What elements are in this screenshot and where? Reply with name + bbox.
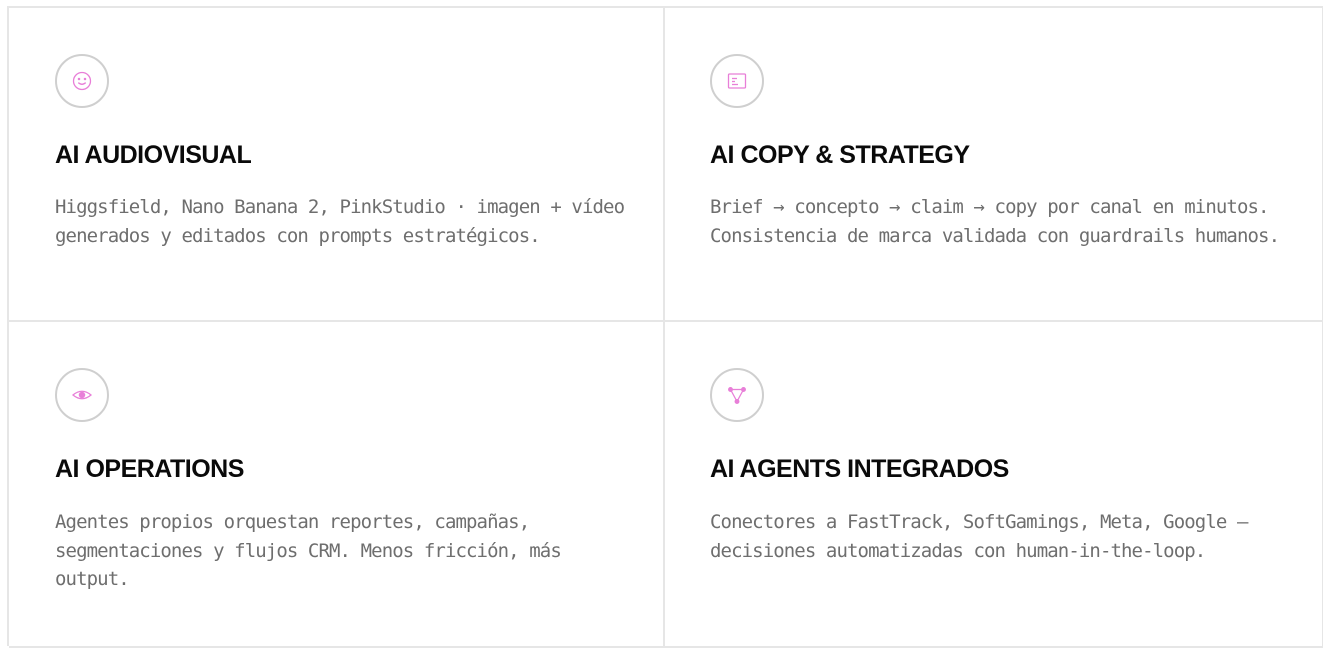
network-icon xyxy=(710,368,764,422)
service-card-copy-strategy: AI COPY & STRATEGY Brief → concepto → cl… xyxy=(665,8,1323,322)
eye-icon xyxy=(55,368,109,422)
card-description: Agentes propios orquestan reportes, camp… xyxy=(55,511,562,590)
service-card-agents: AI AGENTS INTEGRADOS Conectores a FastTr… xyxy=(665,322,1323,648)
document-icon xyxy=(710,54,764,108)
card-description: Conectores a FastTrack, SoftGamings, Met… xyxy=(710,511,1248,562)
card-title: AI AGENTS INTEGRADOS xyxy=(710,455,1009,483)
smiley-icon xyxy=(55,54,109,108)
card-title: AI COPY & STRATEGY xyxy=(710,141,970,169)
service-card-operations: AI OPERATIONS Agentes propios orquestan … xyxy=(9,322,665,648)
service-card-audiovisual: AI AUDIOVISUAL Higgsfield, Nano Banana 2… xyxy=(9,8,665,322)
card-title: AI AUDIOVISUAL xyxy=(55,141,252,169)
card-description: Higgsfield, Nano Banana 2, PinkStudio · … xyxy=(55,196,625,247)
card-description: Brief → concepto → claim → copy por cana… xyxy=(710,196,1280,247)
services-grid: AI AUDIOVISUAL Higgsfield, Nano Banana 2… xyxy=(7,6,1323,648)
card-title: AI OPERATIONS xyxy=(55,455,244,483)
